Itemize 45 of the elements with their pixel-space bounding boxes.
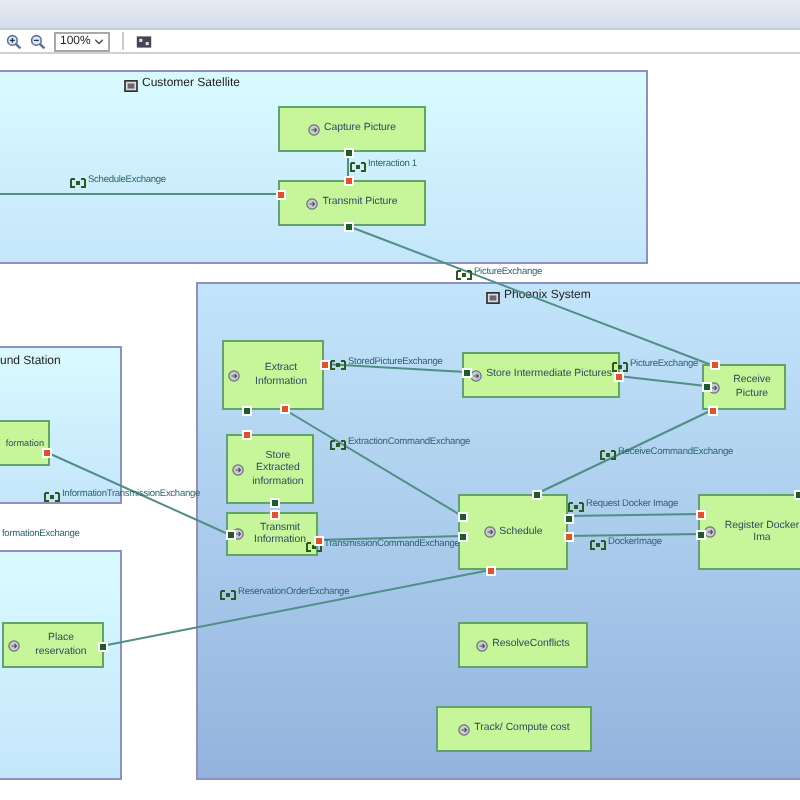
port-icon[interactable]	[242, 430, 252, 440]
port-icon[interactable]	[710, 360, 720, 370]
port-icon[interactable]	[344, 176, 354, 186]
port-icon[interactable]	[98, 642, 108, 652]
port-icon[interactable]	[702, 382, 712, 392]
port-icon[interactable]	[462, 368, 472, 378]
port-icon[interactable]	[614, 372, 624, 382]
exchange-icon	[568, 502, 584, 512]
exchange-icon	[612, 362, 628, 372]
diagram-icon[interactable]	[136, 33, 152, 49]
component-icon	[124, 79, 138, 91]
exchange-icon	[330, 360, 346, 370]
exchange-icon	[306, 542, 322, 552]
zoom-in-icon[interactable]	[6, 33, 22, 49]
exchange-icon	[220, 590, 236, 600]
port-icon[interactable]	[344, 148, 354, 158]
port-icon[interactable]	[280, 404, 290, 414]
port-icon[interactable]	[344, 222, 354, 232]
port-icon[interactable]	[42, 448, 52, 458]
port-icon[interactable]	[276, 190, 286, 200]
function-icon	[458, 723, 471, 735]
exchange-icon	[70, 178, 86, 188]
function-icon	[483, 526, 496, 538]
function-icon	[8, 639, 20, 651]
function-icon	[228, 369, 240, 381]
port-icon[interactable]	[320, 360, 330, 370]
function-icon	[476, 639, 489, 651]
function-icon	[307, 123, 320, 135]
port-icon[interactable]	[708, 406, 718, 416]
exchange-icon	[44, 492, 60, 502]
exchange-icon	[600, 450, 616, 460]
system-icon	[486, 291, 500, 303]
exchange-icon	[350, 162, 366, 172]
port-icon[interactable]	[314, 536, 324, 546]
port-icon[interactable]	[226, 530, 236, 540]
port-icon[interactable]	[486, 566, 496, 576]
caret-icon	[94, 36, 104, 46]
port-icon[interactable]	[242, 406, 252, 416]
exchange-icon	[330, 440, 346, 450]
function-icon	[232, 463, 244, 475]
exchange-icon	[456, 270, 472, 280]
exchange-icon	[590, 540, 606, 550]
port-icon[interactable]	[532, 490, 542, 500]
zoom-out-icon[interactable]	[30, 33, 46, 49]
function-icon	[306, 197, 319, 209]
